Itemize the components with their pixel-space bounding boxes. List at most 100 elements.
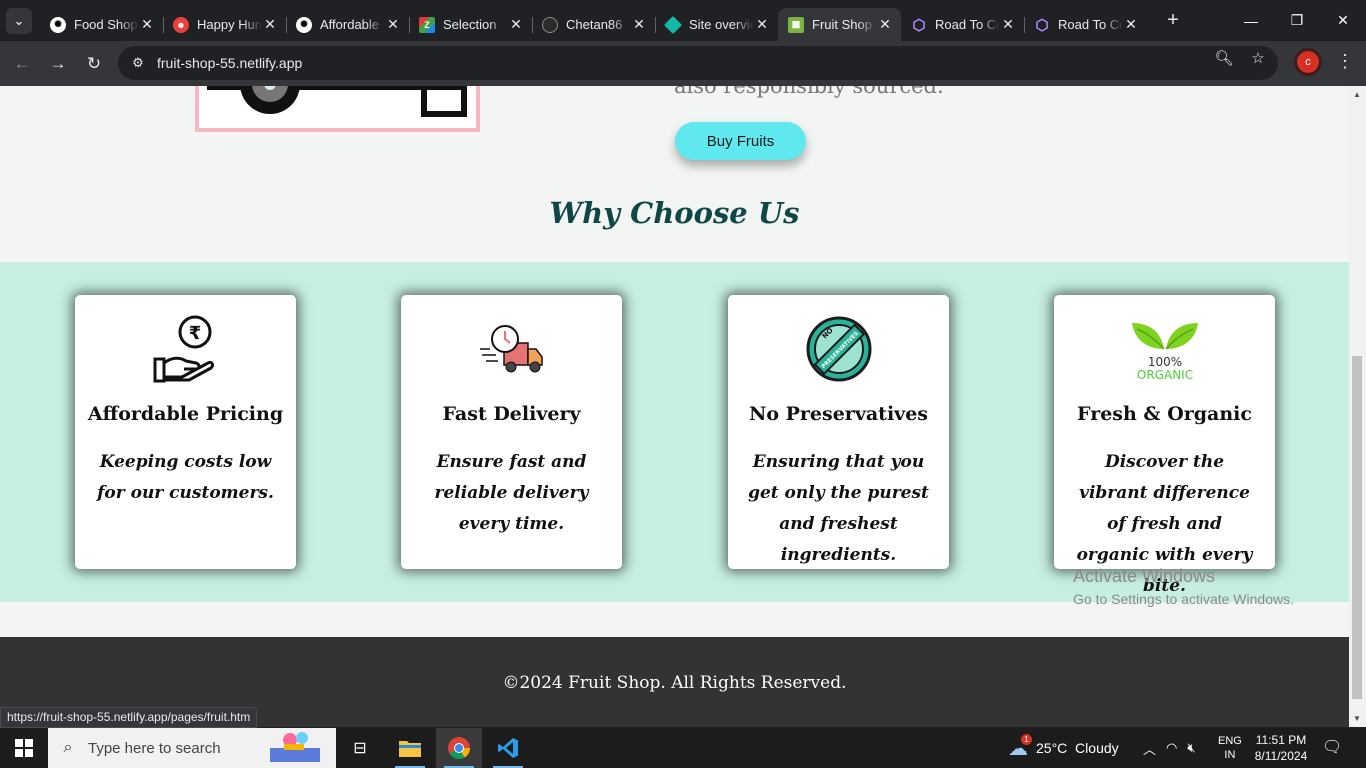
minimize-button[interactable]: — <box>1228 0 1274 41</box>
feature-card-organic: 100% ORGANIC Fresh & Organic Discover th… <box>1054 295 1275 596</box>
close-window-button[interactable]: ✕ <box>1320 0 1366 41</box>
browser-tab-bar: ⌄ ✺ Food Shop ✕ ☻ Happy Hungry ✕ ✺ Affor… <box>0 0 1366 41</box>
vscode-button[interactable] <box>485 728 531 768</box>
window-controls: — ❐ ✕ <box>1228 0 1366 41</box>
weather-widget[interactable]: ☁ 1 25°C Cloudy <box>1008 728 1119 768</box>
smiley-icon: ☻ <box>173 16 189 33</box>
chrome-icon <box>448 737 470 759</box>
vscode-icon <box>498 738 518 758</box>
task-view-button[interactable]: ⊟ <box>337 728 383 768</box>
feature-title: Fast Delivery <box>442 403 581 425</box>
watermark-subtitle: Go to Settings to activate Windows. <box>1073 591 1294 607</box>
tab-search-button[interactable]: ⌄ <box>6 7 32 34</box>
delivery-truck-icon <box>480 325 543 373</box>
why-choose-us-heading: Why Choose Us <box>549 196 800 230</box>
zoho-icon: Z <box>419 16 435 33</box>
taskbar-clock[interactable]: 11:51 PM 8/11/2024 <box>1252 732 1310 764</box>
rupee-hand-icon: ₹ <box>153 315 214 383</box>
close-icon[interactable]: ✕ <box>754 16 770 33</box>
close-icon[interactable]: ✕ <box>877 16 893 33</box>
tab-road-to-code-2[interactable]: ⬡ Road To Code ✕ <box>1024 8 1147 41</box>
delivery-truck-image <box>195 86 480 132</box>
features-section: ₹ Affordable Pricing Keeping costs low f… <box>0 262 1349 602</box>
site-info-icon[interactable]: ⚙ <box>126 51 150 75</box>
close-icon[interactable]: ✕ <box>139 16 155 33</box>
scroll-up-arrow-icon[interactable]: ▲ <box>1353 90 1361 99</box>
tab-site-overview[interactable]: Site overview ✕ <box>655 8 778 41</box>
weather-badge: 1 <box>1021 733 1032 745</box>
language-code: ENG <box>1218 735 1242 747</box>
tab-food-shop[interactable]: ✺ Food Shop ✕ <box>40 8 163 41</box>
scrollbar-thumb[interactable] <box>1352 356 1362 699</box>
zoom-icon[interactable]: 🔍︎ <box>1212 46 1236 70</box>
close-icon[interactable]: ✕ <box>1123 16 1139 33</box>
file-explorer-button[interactable] <box>387 728 433 768</box>
notification-icon[interactable]: 🗨︎ <box>1322 737 1342 757</box>
forward-button[interactable]: → <box>40 46 76 82</box>
tab-affordable[interactable]: ✺ Affordable ✕ <box>286 8 409 41</box>
tab-chetan86[interactable]: Chetan86 ✕ <box>532 8 655 41</box>
tab-title: Happy Hungry <box>197 17 262 32</box>
reload-button[interactable]: ↻ <box>76 46 112 82</box>
back-button[interactable]: ← <box>4 46 40 82</box>
task-view-icon: ⊟ <box>353 740 367 757</box>
openai-icon: ✺ <box>296 16 312 33</box>
close-icon[interactable]: ✕ <box>631 16 647 33</box>
tab-title: Road To Code <box>935 17 1000 32</box>
buy-fruits-button[interactable]: Buy Fruits <box>675 122 806 160</box>
link-status-bubble: https://fruit-shop-55.netlify.app/pages/… <box>0 707 258 728</box>
openai-icon: ✺ <box>50 16 66 33</box>
volume-muted-icon[interactable]: 🔇︎ <box>1187 740 1195 756</box>
copyright-text: ©2024 Fruit Shop. All Rights Reserved. <box>502 673 847 693</box>
tab-strip: ✺ Food Shop ✕ ☻ Happy Hungry ✕ ✺ Afforda… <box>40 0 1147 41</box>
region-code: IN <box>1224 749 1236 761</box>
hexagon-icon: ⬡ <box>912 16 926 34</box>
tab-title: Food Shop <box>74 17 138 32</box>
tab-title: Road To Code <box>1058 17 1123 32</box>
github-icon <box>542 16 558 33</box>
start-button[interactable] <box>0 728 48 768</box>
browser-toolbar: ← → ↻ ⚙ fruit-shop-55.netlify.app 🔍︎ ☆ c… <box>0 41 1366 86</box>
svg-text:₹: ₹ <box>189 323 202 344</box>
close-icon[interactable]: ✕ <box>1000 16 1016 33</box>
address-bar[interactable]: ⚙ fruit-shop-55.netlify.app <box>118 46 1278 80</box>
fruit-icon: ▦ <box>788 16 804 33</box>
weather-text: 25°C Cloudy <box>1036 740 1119 756</box>
feature-title: No Preservatives <box>748 403 928 425</box>
tab-title: Fruit Shop <box>812 17 872 32</box>
feature-card-no-preservatives: NO PRESERVATIVES No Preservatives Ensuri… <box>728 295 949 569</box>
tab-happy-hungry[interactable]: ☻ Happy Hungry ✕ <box>163 8 286 41</box>
tab-title: Affordable <box>320 17 380 32</box>
restore-button[interactable]: ❐ <box>1274 0 1320 41</box>
scroll-down-arrow-icon[interactable]: ▼ <box>1353 714 1361 723</box>
search-icon: ⌕ <box>63 739 73 756</box>
url-text[interactable]: fruit-shop-55.netlify.app <box>157 55 302 71</box>
close-icon[interactable]: ✕ <box>262 16 278 33</box>
activate-windows-watermark: Activate Windows Go to Settings to activ… <box>1073 566 1294 607</box>
tab-selection[interactable]: Z Selection ✕ <box>409 8 532 41</box>
close-icon[interactable]: ✕ <box>508 16 524 33</box>
search-highlight-art-icon <box>270 732 320 762</box>
page-viewport: also responsibly sourced. Buy Fruits Why… <box>0 86 1349 727</box>
chevron-up-icon[interactable]: ︿ <box>1143 739 1156 758</box>
tab-fruit-shop[interactable]: ▦ Fruit Shop ✕ <box>778 8 901 41</box>
taskbar-search[interactable]: ⌕ Type here to search <box>48 728 336 768</box>
feature-card-delivery: Fast Delivery Ensure fast and reliable d… <box>401 295 622 569</box>
organic-leaf-icon: 100% ORGANIC <box>1132 323 1198 382</box>
browser-menu-icon[interactable]: ⋮ <box>1336 51 1354 72</box>
chrome-button[interactable] <box>436 728 482 768</box>
tab-road-to-code[interactable]: ⬡ Road To Code ✕ <box>901 8 1024 41</box>
clock-date: 8/11/2024 <box>1254 749 1308 763</box>
bookmark-star-icon[interactable]: ☆ <box>1246 46 1270 70</box>
feature-card-pricing: ₹ Affordable Pricing Keeping costs low f… <box>75 295 296 569</box>
network-icon[interactable]: ◠ <box>1166 740 1177 756</box>
vertical-scrollbar[interactable]: ▲ ▼ <box>1349 86 1366 727</box>
feature-title: Fresh & Organic <box>1077 403 1252 425</box>
close-icon[interactable]: ✕ <box>385 16 401 33</box>
language-indicator[interactable]: ENG IN <box>1218 734 1242 762</box>
hexagon-icon: ⬡ <box>1035 16 1049 34</box>
tab-title: Chetan86 <box>566 17 623 32</box>
new-tab-button[interactable]: + <box>1159 7 1187 35</box>
organic-percent: 100% <box>1148 355 1182 369</box>
profile-avatar[interactable]: c <box>1294 48 1322 76</box>
